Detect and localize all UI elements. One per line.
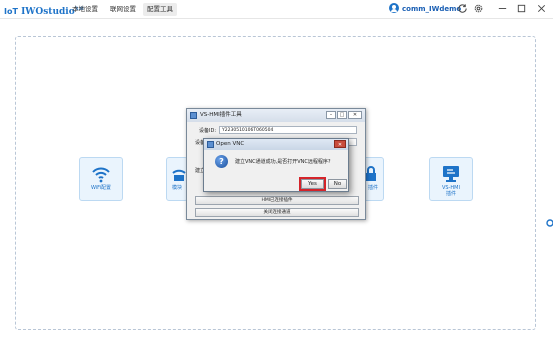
device-id-label: 设备ID: xyxy=(199,128,217,134)
dialog-minimize-button[interactable]: – xyxy=(326,111,336,119)
wifi-icon xyxy=(92,167,110,183)
close-icon[interactable]: ✕ xyxy=(334,140,346,148)
feature-card-wifi[interactable]: WiFi配置 xyxy=(79,157,123,201)
feature-label-vs-hmi: VS-HMI 插件 xyxy=(442,185,460,197)
feature-card-vs-hmi[interactable]: VS-HMI 插件 xyxy=(429,157,473,201)
monitor-icon xyxy=(443,166,459,182)
user-name: comm_IWdemo xyxy=(402,5,462,13)
lock-icon xyxy=(366,166,376,181)
feature-label-module: 模块 xyxy=(171,185,182,191)
feature-card-module[interactable]: 模块 xyxy=(166,157,188,201)
avatar xyxy=(389,3,399,13)
app-window-icon xyxy=(207,141,214,148)
app-window-icon xyxy=(190,112,197,119)
logo-iot-text: IoT xyxy=(4,7,18,16)
device-id-field[interactable]: Y2230510106T060504 xyxy=(219,126,357,134)
minimize-icon[interactable] xyxy=(496,3,508,15)
dialog-close-button[interactable]: ✕ xyxy=(348,111,362,119)
feature-label-plugin: 插件 xyxy=(367,185,378,191)
close-icon[interactable] xyxy=(535,3,547,15)
no-button[interactable]: No xyxy=(328,179,347,189)
open-vnc-title: Open VNC xyxy=(216,141,245,147)
open-vnc-titlebar[interactable]: Open VNC ✕ xyxy=(204,139,348,150)
dialog-maximize-button[interactable]: □ xyxy=(337,111,347,119)
question-icon: ? xyxy=(215,155,228,168)
open-vnc-dialog: Open VNC ✕ ? 建立VNC通道成功,是否打开VNC远程程序? Yes … xyxy=(203,138,349,192)
logo-name: IWOstudio xyxy=(21,7,75,17)
vs-hmi-dialog-title: VS-HMI插件工具 xyxy=(200,112,242,118)
hmi-connected-button[interactable]: HMI已连接插件 xyxy=(195,196,359,205)
top-bar: IoT IWOstudio3.0 本地设置 联网设置 配置工具 comm_IWd… xyxy=(0,0,553,19)
gear-icon[interactable] xyxy=(472,3,484,15)
feature-label-wifi: WiFi配置 xyxy=(90,185,112,191)
nav-local-settings[interactable]: 本地设置 xyxy=(68,3,102,16)
yes-button[interactable]: Yes xyxy=(299,177,326,191)
nav-network-settings[interactable]: 联网设置 xyxy=(106,3,140,16)
close-connection-button[interactable]: 关闭连接通道 xyxy=(195,208,359,217)
refresh-icon[interactable] xyxy=(456,3,468,15)
vnc-confirm-message: 建立VNC通道成功,是否打开VNC远程程序? xyxy=(235,159,331,165)
side-handle-icon[interactable] xyxy=(546,219,553,227)
maximize-icon[interactable] xyxy=(515,3,527,15)
nav-config-tool[interactable]: 配置工具 xyxy=(143,3,177,16)
user-account[interactable]: comm_IWdemo xyxy=(389,3,461,16)
vs-hmi-dialog-titlebar[interactable]: VS-HMI插件工具 – □ ✕ xyxy=(187,109,365,122)
